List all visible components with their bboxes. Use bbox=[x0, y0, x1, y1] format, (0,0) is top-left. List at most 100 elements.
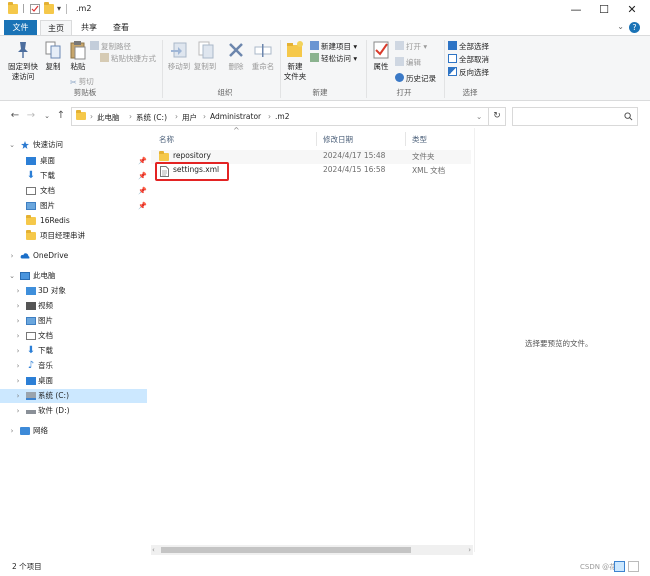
nav-onedrive[interactable]: › OneDrive bbox=[0, 249, 147, 263]
easy-access-button[interactable]: 轻松访问 ▾ bbox=[310, 53, 357, 64]
chevron-down-icon: ⌄ bbox=[9, 272, 15, 280]
pin-icon[interactable]: 📌 bbox=[138, 169, 147, 183]
delete-button[interactable]: 删除 bbox=[224, 40, 248, 72]
nav-item-desktop[interactable]: 桌面 📌 bbox=[0, 154, 147, 168]
recent-locations-button[interactable]: ⌄ bbox=[40, 109, 54, 123]
minimize-button[interactable]: — bbox=[562, 0, 590, 20]
nav-item-system-c[interactable]: › 系统 (C:) bbox=[0, 389, 147, 403]
select-none-button[interactable]: 全部取消 bbox=[448, 54, 489, 65]
nav-item-music[interactable]: › ♪ 音乐 bbox=[0, 359, 147, 373]
paste-shortcut-label: 粘贴快捷方式 bbox=[111, 54, 156, 63]
scroll-left-icon[interactable]: ‹ bbox=[152, 545, 155, 555]
nav-quick-access[interactable]: ⌄ 快速访问 bbox=[0, 138, 147, 152]
select-all-label: 全部选择 bbox=[459, 42, 489, 51]
large-icons-view-icon[interactable] bbox=[628, 561, 639, 572]
properties-button[interactable]: 属性 bbox=[370, 40, 392, 72]
nav-item-16redis[interactable]: 16Redis bbox=[0, 214, 147, 228]
nav-item-desktop-pc[interactable]: › 桌面 bbox=[0, 374, 147, 388]
paste-shortcut-button[interactable]: 粘贴快捷方式 bbox=[100, 53, 156, 64]
breadcrumb-administrator[interactable]: Administrator bbox=[210, 112, 261, 121]
paste-button[interactable]: 粘贴 bbox=[66, 40, 90, 72]
new-folder-button[interactable]: 新建 文件夹 bbox=[282, 40, 308, 82]
column-header-date[interactable]: 修改日期 bbox=[323, 134, 353, 145]
breadcrumb-this-pc[interactable]: 此电脑 bbox=[97, 112, 120, 123]
file-type: 文件夹 bbox=[412, 152, 435, 161]
computer-icon bbox=[20, 272, 30, 280]
delete-label: 删除 bbox=[228, 62, 244, 71]
help-icon[interactable]: ? bbox=[629, 22, 640, 33]
nav-item-videos[interactable]: › 视频 bbox=[0, 299, 147, 313]
breadcrumb-users[interactable]: 用户 bbox=[182, 112, 197, 123]
nav-item-3d-objects[interactable]: › 3D 对象 bbox=[0, 284, 147, 298]
close-button[interactable]: ✕ bbox=[618, 0, 646, 20]
pin-to-quick-access-button[interactable]: 固定到快 速访问 bbox=[6, 40, 40, 82]
nav-item-project-manager[interactable]: 项目经理串讲 bbox=[0, 229, 147, 243]
invert-selection-button[interactable]: 反向选择 bbox=[448, 67, 489, 78]
nav-item-pictures[interactable]: 图片 📌 bbox=[0, 199, 147, 213]
tab-view[interactable]: 查看 bbox=[106, 20, 136, 35]
annotation-highlight-box bbox=[155, 162, 229, 181]
tab-share[interactable]: 共享 bbox=[74, 20, 104, 35]
nav-network[interactable]: › 网络 bbox=[0, 424, 147, 438]
select-all-button[interactable]: 全部选择 bbox=[448, 41, 489, 52]
scrollbar-thumb[interactable] bbox=[161, 547, 411, 553]
nav-item-pictures-pc[interactable]: › 图片 bbox=[0, 314, 147, 328]
open-button[interactable]: 打开 ▾ bbox=[395, 41, 427, 52]
nav-item-documents[interactable]: 文档 📌 bbox=[0, 184, 147, 198]
refresh-button[interactable]: ↻ bbox=[489, 107, 506, 126]
column-divider[interactable] bbox=[405, 132, 406, 146]
column-header-name[interactable]: 名称 bbox=[159, 134, 174, 145]
delete-icon bbox=[229, 43, 243, 57]
nav-item-label: 系统 (C:) bbox=[38, 391, 69, 400]
copy-to-icon bbox=[198, 41, 214, 59]
address-history-icon[interactable]: ⌄ bbox=[476, 112, 482, 121]
horizontal-scrollbar[interactable]: ‹ › bbox=[151, 545, 473, 555]
move-to-button[interactable]: 移动到 bbox=[166, 40, 192, 72]
ribbon-collapse-icon[interactable]: ⌄ bbox=[617, 22, 624, 31]
scissors-icon: ✂ bbox=[70, 78, 77, 87]
organize-group-label: 组织 bbox=[217, 88, 233, 97]
search-input[interactable] bbox=[512, 107, 638, 126]
copy-to-button[interactable]: 复制到 bbox=[192, 40, 218, 72]
nav-item-software-d[interactable]: › 软件 (D:) bbox=[0, 404, 147, 418]
pin-icon[interactable]: 📌 bbox=[138, 199, 147, 213]
copy-button[interactable]: 复制 bbox=[42, 40, 64, 72]
scroll-right-icon[interactable]: › bbox=[468, 545, 471, 555]
back-button[interactable]: ← bbox=[8, 109, 22, 123]
new-folder-quick-icon[interactable] bbox=[44, 2, 54, 14]
tab-home[interactable]: 主页 bbox=[40, 20, 72, 35]
column-divider[interactable] bbox=[316, 132, 317, 146]
properties-quick-icon[interactable] bbox=[30, 4, 40, 14]
chevron-right-icon: › bbox=[16, 407, 20, 415]
maximize-button[interactable]: ☐ bbox=[590, 0, 618, 20]
tab-file[interactable]: 文件 bbox=[4, 20, 37, 35]
pin-icon[interactable]: 📌 bbox=[138, 184, 147, 198]
forward-button[interactable]: → bbox=[24, 109, 38, 123]
nav-item-label: 图片 bbox=[40, 201, 55, 210]
chevron-right-icon: › bbox=[16, 347, 20, 355]
pin-icon[interactable]: 📌 bbox=[138, 154, 147, 168]
new-item-icon bbox=[310, 41, 319, 50]
column-header-type[interactable]: 类型 bbox=[412, 134, 427, 145]
nav-item-downloads[interactable]: ⬇ 下载 📌 bbox=[0, 169, 147, 183]
nav-this-pc[interactable]: ⌄ 此电脑 bbox=[0, 269, 147, 283]
paste-label: 粘贴 bbox=[70, 62, 86, 71]
copy-path-button[interactable]: 复制路径 bbox=[90, 41, 131, 52]
address-bar[interactable]: › 此电脑 › 系统 (C:) › 用户 › Administrator › .… bbox=[71, 107, 489, 126]
new-item-button[interactable]: 新建项目 ▾ bbox=[310, 41, 357, 52]
breadcrumb-m2[interactable]: .m2 bbox=[275, 112, 289, 121]
nav-item-downloads-pc[interactable]: › ⬇ 下载 bbox=[0, 344, 147, 358]
breadcrumb-system-c[interactable]: 系统 (C:) bbox=[136, 112, 167, 123]
cut-button[interactable]: ✂ 剪切 bbox=[70, 76, 94, 87]
nav-item-documents-pc[interactable]: › 文档 bbox=[0, 329, 147, 343]
up-button[interactable]: ↑ bbox=[54, 109, 68, 123]
cube-icon bbox=[26, 287, 36, 295]
file-list: ^ 名称 修改日期 类型 repository 2024/4/17 15:48 … bbox=[149, 126, 474, 552]
preview-pane: 选择要预览的文件。 bbox=[474, 128, 650, 552]
history-button[interactable]: 历史记录 bbox=[395, 73, 436, 84]
edit-button[interactable]: 编辑 bbox=[395, 57, 421, 68]
rename-button[interactable]: 重命名 bbox=[250, 40, 276, 72]
details-view-icon[interactable] bbox=[614, 561, 625, 572]
nav-item-label: 桌面 bbox=[38, 376, 53, 385]
folder-icon bbox=[26, 230, 36, 240]
